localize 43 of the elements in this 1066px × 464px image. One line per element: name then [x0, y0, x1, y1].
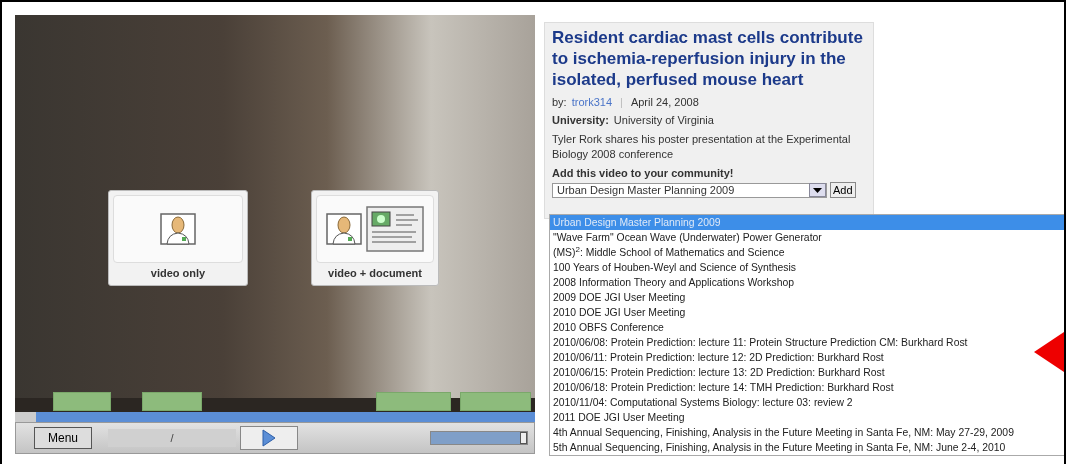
dropdown-option[interactable]: (MS)$^{2}$: Middle School of Mathematics and Science: [550, 245, 1064, 260]
progress-track[interactable]: [15, 412, 535, 422]
view-option-button[interactable]: video only: [108, 190, 248, 286]
person-icon: [160, 213, 196, 245]
dropdown-option[interactable]: 2010/11/04: Computational Systems Biology: lecture 03: review 2: [550, 395, 1064, 410]
view-option-button[interactable]: video + document: [311, 190, 439, 286]
article-date: April 24, 2008: [630, 96, 699, 108]
description-text: Tyler Rork shares his poster presentation at the Experimental Biology 2008 conference: [552, 132, 852, 162]
dropdown-option[interactable]: 4th Annual Sequencing, Finishing, Analysis in the Future Meeting in Santa Fe, NM: May 27-29, 2009: [550, 425, 1064, 440]
play-button[interactable]: [240, 426, 298, 450]
dropdown-option[interactable]: 2010/06/15: Protein Prediction: lecture 13: 2D Prediction: Burkhard Rost: [550, 365, 1064, 380]
chapter-marker[interactable]: [53, 392, 111, 411]
dropdown-option[interactable]: 2010/06/08: Protein Prediction: lecture 11: Protein Structure Prediction CM: Burkhard Rost: [550, 335, 1064, 350]
article-title: Resident cardiac mast cells contribute to ischemia-reperfusion injury in the isolated, perfused mouse heart: [552, 27, 864, 90]
dropdown-option[interactable]: 2009 DOE JGI User Meeting: [550, 290, 1064, 305]
play-icon: [261, 429, 277, 447]
author-link[interactable]: trork314: [571, 96, 613, 108]
person-icon: [326, 213, 362, 245]
chapter-marker[interactable]: [460, 392, 531, 411]
chapter-marker[interactable]: [376, 392, 451, 411]
dropdown-option[interactable]: 2010 DOE JGI User Meeting: [550, 305, 1064, 320]
community-heading: Add this video to your community!: [552, 167, 735, 179]
volume-handle[interactable]: [520, 432, 527, 444]
university-label: University:: [552, 114, 609, 126]
time-display: /: [108, 429, 236, 447]
dropdown-option[interactable]: "Wave Farm" Ocean Wave (Underwater) Power Generator: [550, 230, 1064, 245]
document-icon: [366, 206, 424, 252]
dropdown-option[interactable]: 2011 DOE JGI User Meeting: [550, 410, 1064, 425]
pointer-arrow-icon: [1034, 332, 1064, 372]
dropdown-option[interactable]: 2010/06/11: Protein Prediction: lecture 12: 2D Prediction: Burkhard Rost: [550, 350, 1064, 365]
university-name: University of Virginia: [613, 114, 714, 126]
dropdown-option[interactable]: 2008 Information Theory and Applications Workshop: [550, 275, 1064, 290]
separator: |: [620, 96, 623, 108]
menu-button[interactable]: Menu: [34, 427, 92, 449]
dropdown-option[interactable]: 5th Annual Sequencing, Finishing, Analysis in the Future Meeting in Santa Fe, NM: June 2-4, 2010: [550, 440, 1064, 455]
add-button[interactable]: Add: [830, 182, 856, 198]
by-label: by:: [552, 96, 567, 108]
chapter-marker[interactable]: [142, 392, 202, 411]
dropdown-option[interactable]: 2010 OBFS Conference: [550, 320, 1064, 335]
community-select[interactable]: Urban Design Master Planning 2009: [552, 182, 827, 198]
dropdown-option[interactable]: 100 Years of Houben-Weyl and Science of Synthesis: [550, 260, 1064, 275]
dropdown-option[interactable]: 2010/06/18: Protein Prediction: lecture 14: TMH Prediction: Burkhard Rost: [550, 380, 1064, 395]
video-player[interactable]: video only video + document: [15, 15, 535, 412]
